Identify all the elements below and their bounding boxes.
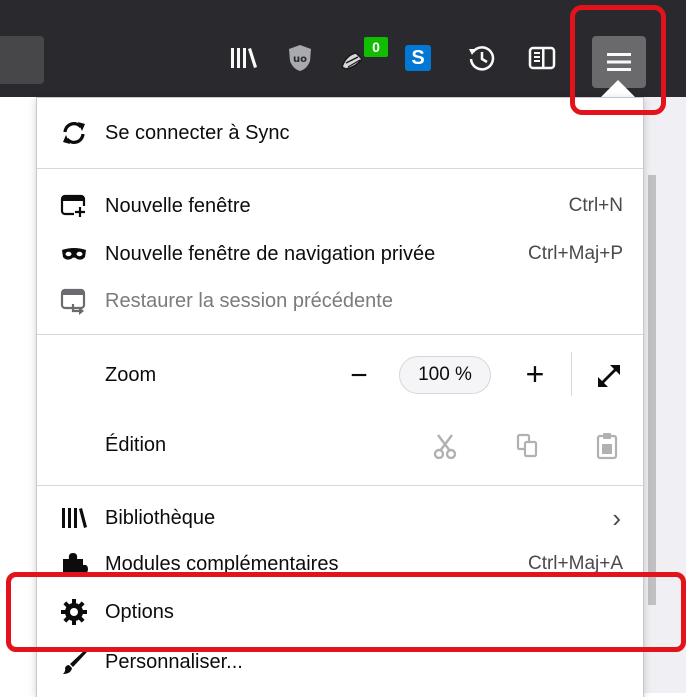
restore-session-label: Restaurer la session précédente (105, 289, 393, 312)
edit-label: Édition (105, 433, 167, 456)
new-window-icon (59, 191, 89, 221)
private-window-shortcut: Ctrl+Maj+P (527, 243, 623, 264)
menu-item-restore-session: Restaurer la session précédente (37, 279, 643, 323)
menu-item-sync[interactable]: Se connecter à Sync (37, 111, 643, 155)
fullscreen-icon (598, 365, 620, 387)
new-window-shortcut: Ctrl+N (568, 195, 623, 216)
separator (37, 334, 643, 335)
zoom-out-button[interactable]: − (339, 356, 379, 396)
edit-spacer (59, 430, 89, 460)
zoom-in-button[interactable]: + (515, 354, 555, 394)
library-menu-icon (59, 503, 89, 533)
cut-icon (433, 434, 457, 459)
sync-icon (59, 118, 89, 148)
highlight-options (6, 572, 686, 652)
zoom-divider (571, 352, 572, 396)
paste-icon (596, 433, 618, 460)
menu-item-new-window[interactable]: Nouvelle fenêtre Ctrl+N (37, 184, 643, 228)
skype-letter: S (405, 45, 431, 71)
paste-button[interactable] (589, 428, 625, 464)
separator (37, 485, 643, 486)
url-bar[interactable] (0, 36, 44, 84)
separator (37, 168, 643, 169)
edit-row: Édition (37, 423, 643, 467)
ublock-icon[interactable]: uo (282, 40, 318, 76)
extension-badge: 0 (364, 37, 388, 57)
sidebar-icon[interactable] (524, 40, 560, 76)
zoom-spacer (59, 360, 89, 390)
copy-button[interactable] (509, 428, 545, 464)
private-mask-icon (59, 239, 89, 269)
history-icon[interactable] (464, 40, 500, 76)
copy-icon (516, 433, 538, 458)
svg-text:uo: uo (293, 54, 307, 65)
page-scrollbar[interactable] (648, 175, 656, 605)
library-icon[interactable] (226, 40, 262, 76)
private-window-label: Nouvelle fenêtre de navigation privée (105, 242, 436, 265)
new-window-label: Nouvelle fenêtre (105, 194, 251, 217)
skype-icon[interactable]: S (400, 40, 436, 76)
library-arrow-icon: › (612, 502, 621, 533)
fullscreen-button[interactable] (589, 356, 629, 396)
menu-item-library[interactable]: Bibliothèque › (37, 496, 643, 540)
restore-session-icon (59, 286, 89, 316)
customize-label: Personnaliser... (105, 650, 243, 673)
zoom-reset-button[interactable]: 100 % (399, 356, 491, 394)
highlight-hamburger (570, 5, 666, 115)
cut-button[interactable] (427, 428, 463, 464)
menu-item-private-window[interactable]: Nouvelle fenêtre de navigation privée Ct… (37, 232, 643, 276)
library-label: Bibliothèque (105, 506, 216, 529)
sync-label: Se connecter à Sync (105, 121, 290, 144)
